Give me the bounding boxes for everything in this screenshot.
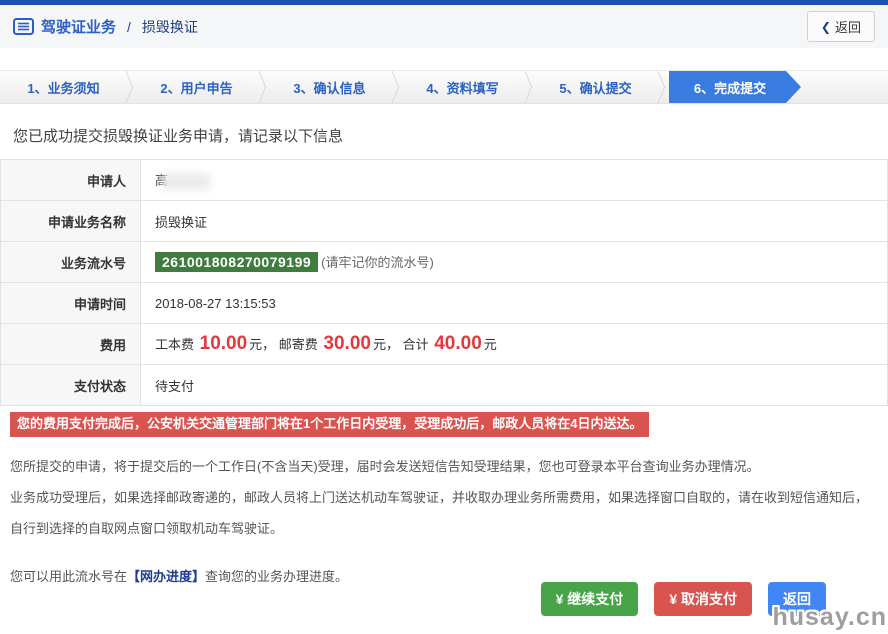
redacted-name-blur — [162, 173, 210, 190]
serial-number-badge: 261001808270079199 — [155, 252, 318, 272]
page-header: 驾驶证业务 / 损毁换证 ❮ 返回 — [0, 5, 888, 48]
list-icon — [13, 18, 34, 35]
progress-note-suffix: 查询您的业务办理进度。 — [205, 569, 348, 584]
fee-item1-label: 工本费 — [155, 337, 198, 352]
pay-status-value: 待支付 — [141, 365, 888, 406]
step-separator — [522, 71, 536, 103]
row-label: 申请业务名称 — [1, 201, 141, 242]
fee-total-label: 合计 — [399, 337, 432, 352]
fee-item1-amount: 10.00 — [200, 333, 248, 354]
step-tab-3: 3、确认信息 — [270, 71, 389, 103]
row-label: 申请人 — [1, 160, 141, 201]
step-separator — [256, 71, 270, 103]
step-tab-4: 4、资料填写 — [403, 71, 522, 103]
success-message: 您已成功提交损毁换证业务申请，请记录以下信息 — [13, 125, 888, 146]
table-row-serial: 业务流水号 261001808270079199(请牢记你的流水号) — [1, 242, 888, 283]
table-row-fee: 费用 工本费 10.00元， 邮寄费 30.00元， 合计 40.00元 — [1, 324, 888, 365]
paragraph-3: 自行到选择的自取网点窗口领取机动车驾驶证。 — [10, 513, 878, 544]
header-back-button[interactable]: ❮ 返回 — [807, 11, 875, 42]
row-label: 支付状态 — [1, 365, 141, 406]
breadcrumb: 驾驶证业务 / 损毁换证 — [13, 16, 198, 37]
table-row-business-name: 申请业务名称 损毁换证 — [1, 201, 888, 242]
serial-note: (请牢记你的流水号) — [321, 255, 434, 270]
page-title: 驾驶证业务 — [41, 16, 116, 37]
info-paragraphs: 您所提交的申请，将于提交后的一个工作日(不含当天)受理，届时会发送短信告知受理结… — [10, 451, 878, 544]
fee-value: 工本费 10.00元， 邮寄费 30.00元， 合计 40.00元 — [141, 324, 888, 365]
paragraph-2: 业务成功受理后，如果选择邮政寄递的，邮政人员将上门送达机动车驾驶证，并收取办理业… — [10, 482, 878, 513]
row-label: 业务流水号 — [1, 242, 141, 283]
business-name-value: 损毁换证 — [141, 201, 888, 242]
table-row-applicant: 申请人 高 — [1, 160, 888, 201]
continue-pay-button[interactable]: ¥ 继续支付 — [541, 582, 639, 616]
step-tabs: 1、业务须知 2、用户申告 3、确认信息 4、资料填写 5、确认提交 6、完成提… — [0, 70, 888, 104]
fee-item1-unit: 元， — [249, 337, 275, 352]
breadcrumb-separator: / — [127, 19, 131, 35]
chevron-left-icon: ❮ — [821, 20, 831, 34]
fee-item2-label: 邮寄费 — [275, 337, 321, 352]
step-tab-5: 5、确认提交 — [536, 71, 655, 103]
apply-time-value: 2018-08-27 13:15:53 — [141, 283, 888, 324]
applicant-value: 高 — [141, 160, 888, 201]
table-row-apply-time: 申请时间 2018-08-27 13:15:53 — [1, 283, 888, 324]
serial-value: 261001808270079199(请牢记你的流水号) — [141, 242, 888, 283]
application-info-table: 申请人 高 申请业务名称 损毁换证 业务流水号 2610018082700791… — [0, 159, 888, 406]
cancel-pay-button[interactable]: ¥ 取消支付 — [654, 582, 752, 616]
fee-item2-unit: 元， — [373, 337, 399, 352]
step-tab-1: 1、业务须知 — [4, 71, 123, 103]
step-separator — [389, 71, 403, 103]
site-watermark: husay.cn — [772, 603, 887, 632]
step-separator — [655, 71, 669, 103]
step-tab-6-active: 6、完成提交 — [669, 71, 801, 103]
step-separator — [123, 71, 137, 103]
fee-total-amount: 40.00 — [434, 333, 482, 354]
header-back-label: 返回 — [835, 17, 861, 36]
progress-note-prefix: 您可以用此流水号在 — [10, 569, 127, 584]
fee-total-unit: 元 — [484, 337, 497, 352]
payment-alert-banner: 您的费用支付完成后，公安机关交通管理部门将在1个工作日内受理，受理成功后，邮政人… — [10, 412, 649, 437]
step-tab-2: 2、用户申告 — [137, 71, 256, 103]
paragraph-1: 您所提交的申请，将于提交后的一个工作日(不含当天)受理，届时会发送短信告知受理结… — [10, 451, 878, 482]
row-label: 申请时间 — [1, 283, 141, 324]
fee-item2-amount: 30.00 — [323, 333, 371, 354]
table-row-pay-status: 支付状态 待支付 — [1, 365, 888, 406]
progress-query-link[interactable]: 【网办进度】 — [127, 569, 205, 584]
breadcrumb-current: 损毁换证 — [142, 17, 198, 37]
row-label: 费用 — [1, 324, 141, 365]
